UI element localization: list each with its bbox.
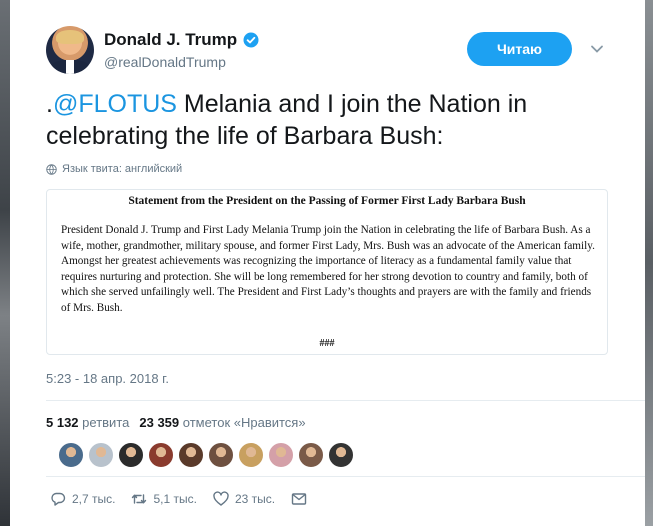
envelope-icon: [291, 493, 307, 505]
reply-count: 2,7 тыс.: [72, 492, 116, 506]
retweet-button[interactable]: 5,1 тыс.: [131, 491, 197, 507]
tweet-text: .@FLOTUS Melania and I join the Nation i…: [46, 88, 626, 152]
statement-end-mark: ###: [319, 338, 335, 349]
like-stat[interactable]: 23 359 отметок «Нравится»: [139, 415, 305, 430]
globe-icon: [46, 163, 57, 175]
tweet-actions: 2,7 тыс. 5,1 тыс. 23 тыс.: [50, 491, 323, 507]
avatar-hair: [56, 30, 84, 44]
statement-image[interactable]: Statement from the President on the Pass…: [46, 189, 608, 355]
tweet-stats: 5 132 ретвита 23 359 отметок «Нравится»: [46, 415, 306, 430]
name-row: Donald J. Trump: [104, 30, 259, 50]
divider: [46, 400, 645, 401]
retweet-count: 5 132: [46, 415, 79, 430]
liker-avatar[interactable]: [208, 442, 234, 468]
like-action-count: 23 тыс.: [234, 492, 276, 506]
like-label: отметок «Нравится»: [182, 415, 306, 430]
retweet-label: ретвита: [82, 415, 130, 430]
mention-link[interactable]: @FLOTUS: [53, 90, 177, 118]
reply-button[interactable]: 2,7 тыс.: [50, 491, 115, 507]
statement-body: President Donald J. Trump and First Lady…: [61, 224, 595, 314]
background-page-edge-right: [645, 0, 653, 526]
tweet-timestamp[interactable]: 5:23 - 18 апр. 2018 г.: [46, 371, 169, 386]
retweet-icon: [132, 494, 147, 504]
liker-avatar[interactable]: [58, 442, 84, 468]
avatar[interactable]: [46, 26, 94, 74]
like-button[interactable]: 23 тыс.: [213, 491, 275, 507]
liker-avatar[interactable]: [328, 442, 354, 468]
liker-avatar[interactable]: [298, 442, 324, 468]
chevron-down-icon[interactable]: [590, 42, 604, 56]
verified-icon: [243, 32, 259, 48]
liker-avatar[interactable]: [148, 442, 174, 468]
reply-icon: [51, 492, 66, 506]
liker-avatar[interactable]: [238, 442, 264, 468]
background-page-edge-left: [0, 0, 10, 526]
display-name[interactable]: Donald J. Trump: [104, 30, 237, 50]
avatar-shirt: [66, 60, 74, 74]
liker-avatar[interactable]: [268, 442, 294, 468]
user-handle[interactable]: @realDonaldTrump: [104, 54, 226, 70]
liker-avatar[interactable]: [178, 442, 204, 468]
language-note: Язык твита: английский: [62, 163, 183, 175]
liker-avatar[interactable]: [88, 442, 114, 468]
divider: [46, 476, 645, 477]
following-button[interactable]: Читаю: [467, 32, 572, 66]
like-count: 23 359: [139, 415, 180, 430]
retweet-action-count: 5,1 тыс.: [153, 492, 197, 506]
statement-title: Statement from the President on the Pass…: [128, 195, 526, 207]
tweet-text-prefix: .: [46, 90, 53, 118]
tweet-card: Donald J. Trump @realDonaldTrump Читаю .…: [10, 0, 645, 526]
liker-avatars: [58, 442, 354, 468]
direct-message-button[interactable]: [291, 491, 307, 507]
tweet-language: Язык твита: английский: [46, 163, 182, 175]
liker-avatar[interactable]: [118, 442, 144, 468]
retweet-stat[interactable]: 5 132 ретвита: [46, 415, 129, 430]
heart-icon: [213, 491, 229, 506]
